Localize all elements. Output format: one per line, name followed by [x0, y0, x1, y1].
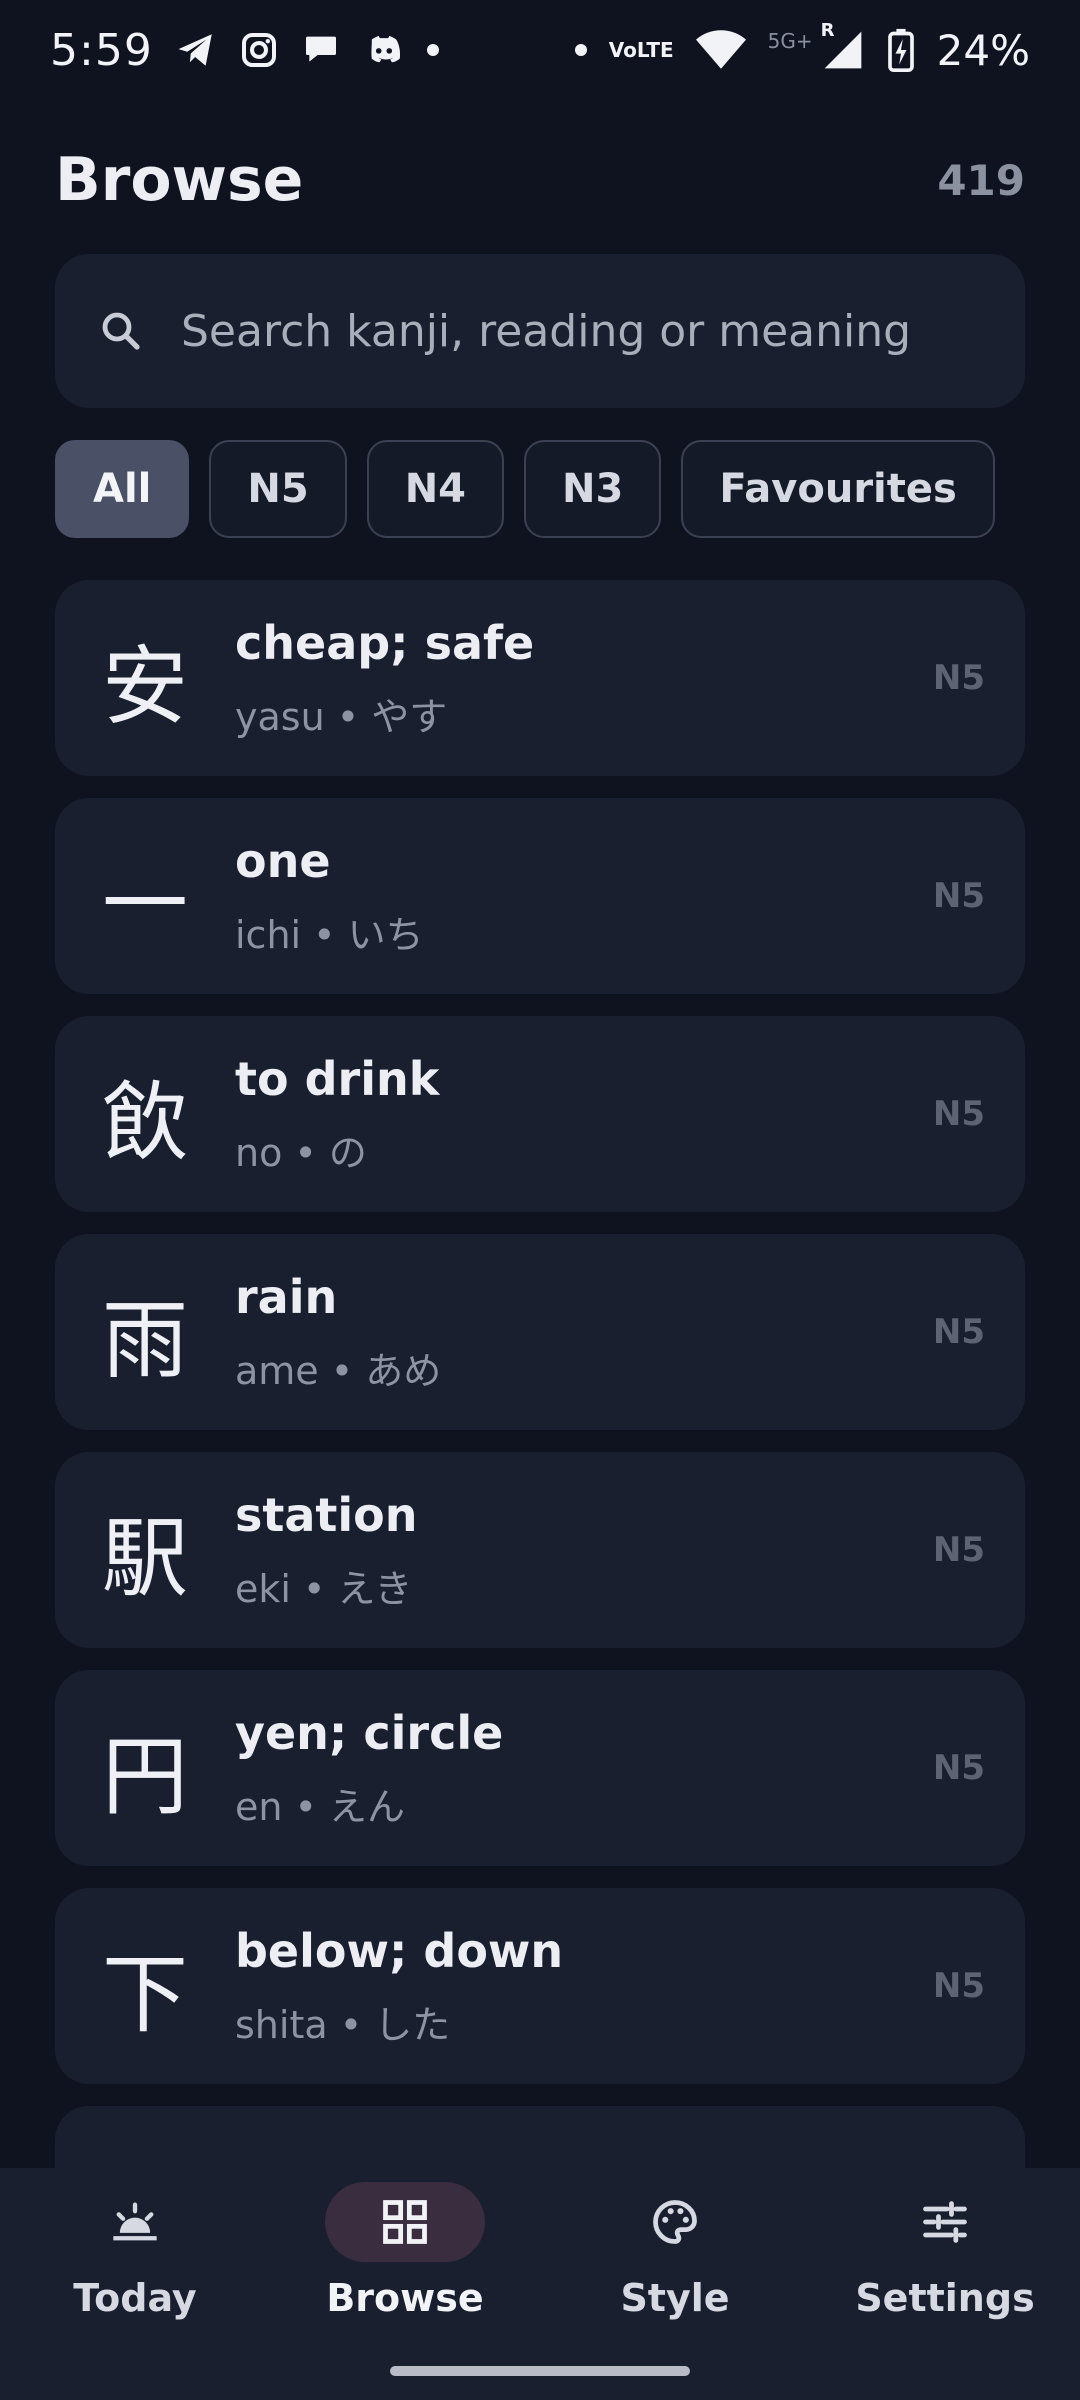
- kanji-meaning: cheap; safe: [235, 615, 535, 670]
- kanji-reading: en • えん: [235, 1784, 406, 1829]
- kanji-card[interactable]: 雨 rain ame • あめ N5: [55, 1234, 1025, 1430]
- kanji-meaning: yen; circle: [235, 1705, 504, 1760]
- grid-icon: [325, 2182, 485, 2262]
- wifi-icon: [695, 29, 746, 71]
- chat-bubbles-icon: [301, 30, 341, 70]
- status-left: 5:59: [50, 25, 439, 76]
- kanji-character: 駅: [102, 1508, 188, 1609]
- kanji-text: below; down shita • した: [235, 1924, 1025, 2049]
- status-dot-icon: [574, 44, 587, 56]
- kanji-level-badge: N5: [932, 658, 985, 698]
- search-bar[interactable]: [55, 254, 1025, 408]
- filter-chip-n5[interactable]: N5: [209, 440, 347, 538]
- kanji-level-badge: N5: [932, 876, 985, 916]
- search-icon: [91, 301, 151, 361]
- status-bar: 5:59 Vo LTE 5G+ R 24%: [0, 0, 1080, 100]
- kanji-text: cheap; safe yasu • やす: [235, 616, 1025, 741]
- kanji-reading: shita • した: [235, 2002, 451, 2047]
- filter-chip-n4[interactable]: N4: [366, 440, 505, 538]
- page-title: Browse: [55, 145, 304, 215]
- kanji-reading: yasu • やす: [235, 694, 448, 739]
- filter-chips: All N5 N4 N3 Favourites: [55, 440, 995, 538]
- kanji-character: 雨: [102, 1290, 188, 1391]
- nav-label-settings: Settings: [855, 2276, 1035, 2320]
- kanji-level-badge: N5: [932, 1530, 985, 1570]
- notification-dot-icon: [426, 44, 439, 56]
- status-right: Vo LTE 5G+ R 24%: [574, 20, 1030, 75]
- sunrise-icon: [55, 2182, 215, 2262]
- screen: 5:59 Vo LTE 5G+ R 24% Browse 419 Search …: [0, 0, 1080, 2400]
- header: Browse 419: [55, 140, 1025, 220]
- kanji-character: 飲: [102, 1072, 188, 1173]
- filter-chip-n3[interactable]: N3: [524, 440, 662, 538]
- status-time: 5:59: [50, 24, 153, 76]
- kanji-reading: eki • えき: [235, 1566, 413, 1611]
- battery-charging-icon: [887, 28, 915, 72]
- kanji-meaning: to drink: [235, 1051, 440, 1106]
- palette-icon: [595, 2182, 755, 2262]
- kanji-character: 円: [102, 1726, 188, 1827]
- roaming-label: R: [820, 20, 835, 41]
- kanji-character: 一: [102, 854, 188, 955]
- kanji-meaning: below; down: [235, 1923, 564, 1978]
- filter-chip-favourites[interactable]: Favourites: [681, 440, 995, 538]
- telegram-icon: [175, 29, 217, 71]
- nav-item-settings[interactable]: Settings: [810, 2168, 1080, 2400]
- kanji-card[interactable]: 駅 station eki • えき N5: [55, 1452, 1025, 1648]
- kanji-text: to drink no • の: [235, 1052, 1025, 1177]
- kanji-level-badge: N5: [932, 1966, 985, 2006]
- kanji-count: 419: [937, 155, 1025, 205]
- kanji-reading: no • の: [235, 1130, 367, 1175]
- kanji-level-badge: N5: [932, 1748, 985, 1788]
- home-indicator[interactable]: [390, 2366, 690, 2376]
- signal-icon: R: [821, 20, 865, 72]
- kanji-card[interactable]: 下 below; down shita • した N5: [55, 1888, 1025, 2084]
- kanji-meaning: one: [235, 833, 331, 888]
- kanji-list: 安 cheap; safe yasu • やす N5 一 one ichi • …: [55, 580, 1025, 2324]
- nav-label-browse: Browse: [326, 2276, 484, 2320]
- nav-label-today: Today: [73, 2276, 197, 2320]
- sliders-icon: [865, 2182, 1025, 2262]
- kanji-character: 下: [102, 1944, 188, 2045]
- volte-label: Vo: [608, 38, 637, 62]
- kanji-reading: ichi • いち: [235, 912, 424, 957]
- kanji-text: one ichi • いち: [235, 834, 1025, 959]
- lte-label: LTE: [636, 38, 674, 62]
- kanji-meaning: rain: [235, 1269, 338, 1324]
- kanji-text: yen; circle en • えん: [235, 1706, 1025, 1831]
- volte-icon: Vo LTE: [609, 40, 674, 60]
- kanji-reading: ame • あめ: [235, 1348, 442, 1393]
- nav-item-today[interactable]: Today: [0, 2168, 270, 2400]
- battery-percent: 24%: [936, 25, 1030, 75]
- discord-icon: [363, 29, 405, 71]
- kanji-meaning: station: [235, 1487, 418, 1542]
- kanji-level-badge: N5: [932, 1094, 985, 1134]
- kanji-card[interactable]: 飲 to drink no • の N5: [55, 1016, 1025, 1212]
- kanji-character: 安: [102, 636, 188, 737]
- kanji-text: station eki • えき: [235, 1488, 1025, 1613]
- search-input[interactable]: [181, 305, 1025, 357]
- filter-chip-all[interactable]: All: [55, 440, 190, 538]
- kanji-card[interactable]: 円 yen; circle en • えん N5: [55, 1670, 1025, 1866]
- kanji-level-badge: N5: [932, 1312, 985, 1352]
- kanji-card[interactable]: 安 cheap; safe yasu • やす N5: [55, 580, 1025, 776]
- kanji-text: rain ame • あめ: [235, 1270, 1025, 1395]
- network-type-label: 5G+: [767, 28, 813, 53]
- nav-label-style: Style: [620, 2276, 730, 2320]
- kanji-card[interactable]: 一 one ichi • いち N5: [55, 798, 1025, 994]
- instagram-icon: [239, 30, 279, 70]
